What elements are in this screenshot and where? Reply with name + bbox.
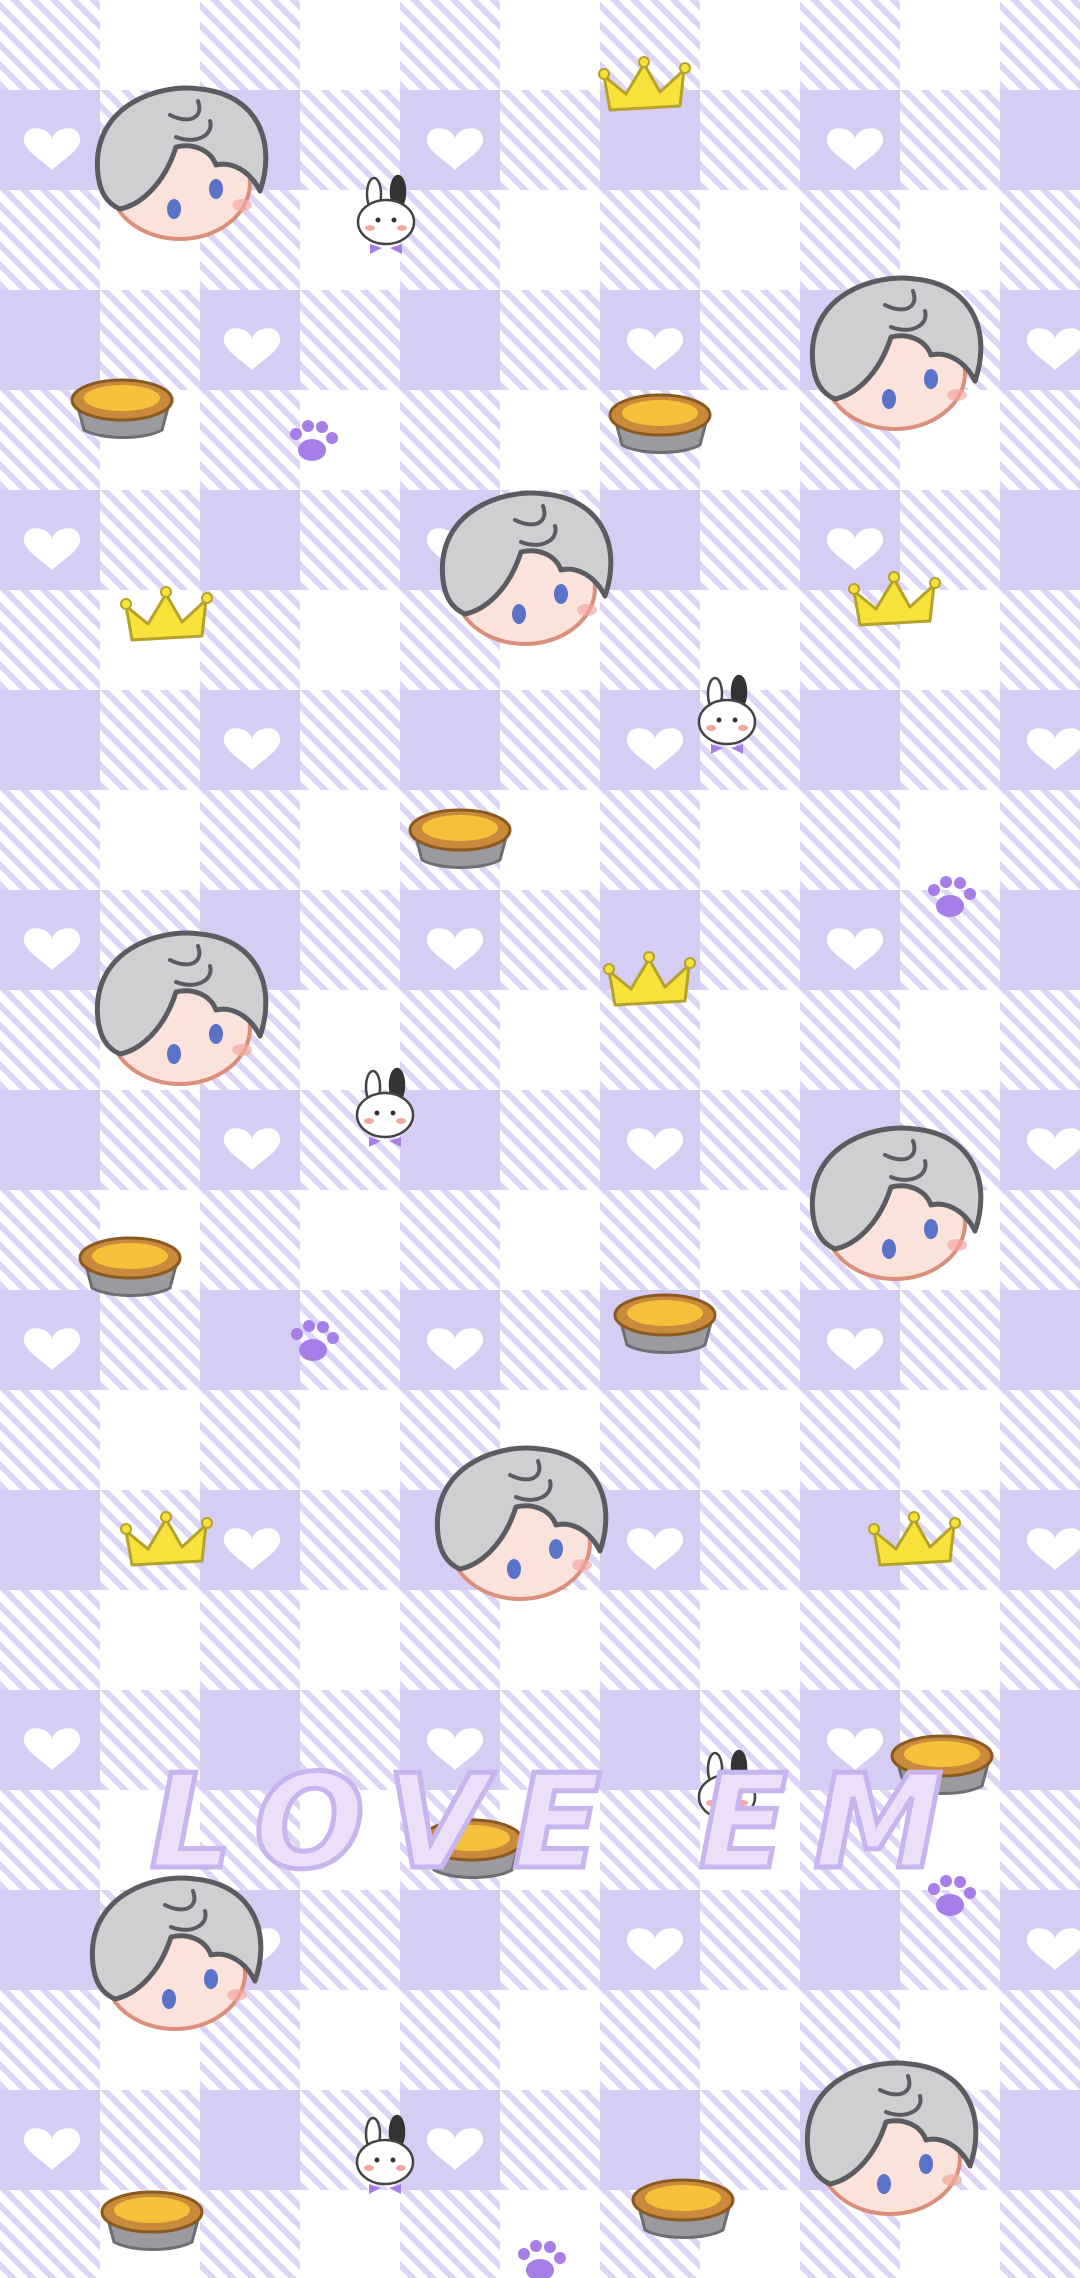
wallpaper-background bbox=[0, 0, 1080, 2278]
egg-tart-icon bbox=[608, 393, 712, 454]
egg-tart-icon bbox=[100, 2190, 204, 2251]
love-em-caption-text: LOVE EM bbox=[150, 1755, 969, 1895]
egg-tart-icon bbox=[631, 2178, 735, 2239]
love-em-caption: LOVE EM bbox=[150, 1755, 969, 1895]
egg-tart-icon bbox=[613, 1293, 717, 1354]
egg-tart-icon bbox=[70, 378, 174, 439]
egg-tart-icon bbox=[78, 1236, 182, 1297]
egg-tart-icon bbox=[408, 808, 512, 869]
